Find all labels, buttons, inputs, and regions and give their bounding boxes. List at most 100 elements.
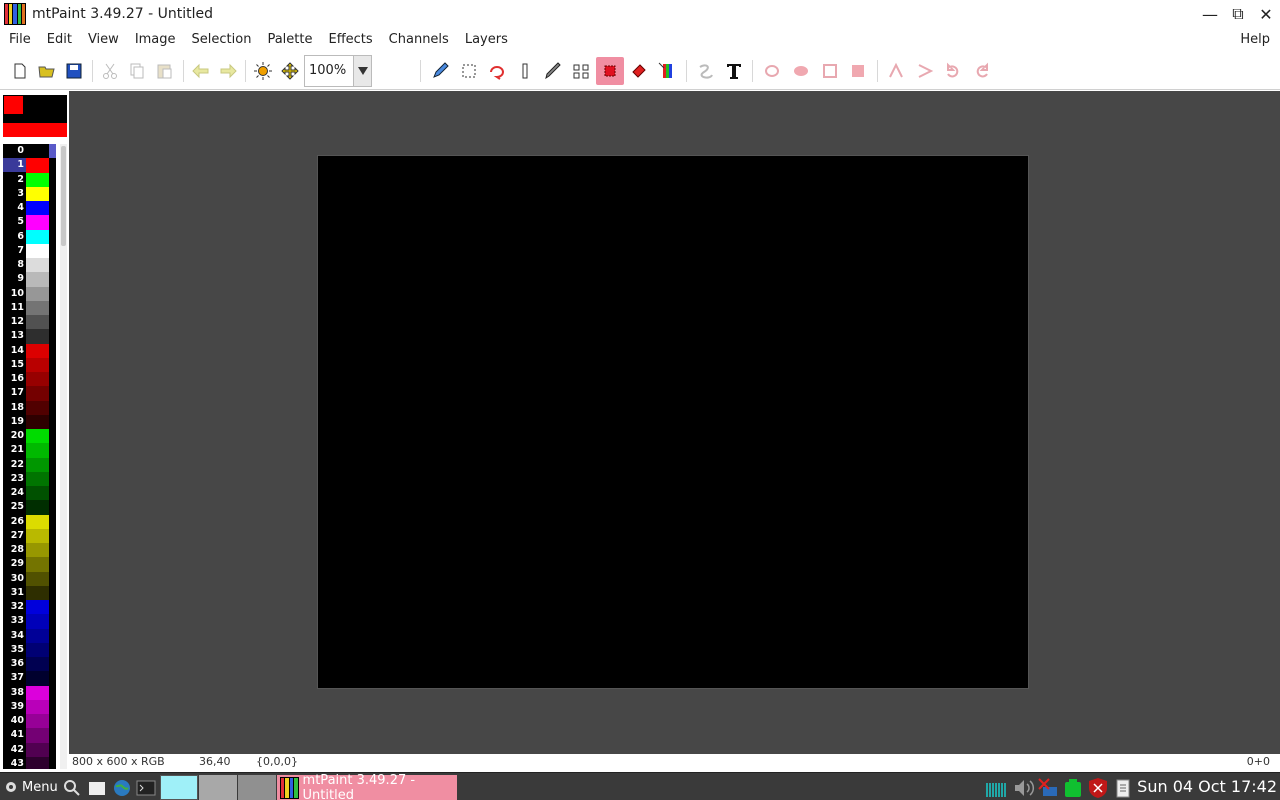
chevron-down-icon[interactable]	[353, 56, 371, 86]
palette-entry[interactable]: 28	[3, 543, 56, 558]
palette-swatch[interactable]	[26, 172, 49, 187]
copy-icon[interactable]	[127, 61, 147, 81]
palette-entry[interactable]: 18	[3, 400, 56, 415]
palette-entry[interactable]: 31	[3, 585, 56, 600]
fill-icon[interactable]	[596, 57, 624, 85]
palette-entry[interactable]: 34	[3, 628, 56, 643]
palette-entry[interactable]: 27	[3, 528, 56, 543]
cut-icon[interactable]	[100, 61, 120, 81]
curve-icon[interactable]	[696, 61, 716, 81]
palette-swatch[interactable]	[26, 201, 49, 216]
palette-swatch[interactable]	[26, 144, 49, 159]
file-manager-icon[interactable]	[87, 778, 107, 798]
palette-swatch[interactable]	[26, 372, 49, 387]
palette-swatch[interactable]	[26, 300, 49, 315]
new-icon[interactable]	[10, 61, 30, 81]
palette-swatch[interactable]	[26, 642, 49, 657]
palette-swatch[interactable]	[26, 728, 49, 743]
palette-swatch[interactable]	[26, 742, 49, 757]
zoom-value[interactable]: 100%	[305, 56, 353, 86]
smudge-icon[interactable]	[543, 61, 563, 81]
palette-swatch[interactable]	[26, 229, 49, 244]
menu-layers[interactable]: Layers	[456, 28, 515, 52]
palette-entry[interactable]: 1	[3, 158, 56, 173]
volume-icon[interactable]	[1013, 777, 1035, 799]
palette-entry[interactable]: 22	[3, 457, 56, 472]
clone-icon[interactable]	[571, 61, 591, 81]
palette-swatch[interactable]	[26, 315, 49, 330]
palette-swatch[interactable]	[26, 685, 49, 700]
palette-entry[interactable]: 37	[3, 671, 56, 686]
palette-swatch[interactable]	[26, 400, 49, 415]
palette-entry[interactable]: 14	[3, 343, 56, 358]
menu-help[interactable]: Help	[1240, 28, 1270, 52]
palette-swatch[interactable]	[26, 714, 49, 729]
palette-swatch[interactable]	[26, 657, 49, 672]
palette-swatch[interactable]	[26, 585, 49, 600]
flip-horizontal-icon[interactable]	[915, 61, 935, 81]
palette-swatch[interactable]	[26, 186, 49, 201]
palette-swatch[interactable]	[26, 500, 49, 515]
menu-edit[interactable]: Edit	[38, 28, 79, 52]
browser-icon[interactable]	[112, 778, 132, 798]
search-icon[interactable]	[62, 778, 82, 798]
task-mtpaint[interactable]: mtPaint 3.49.27 - Untitled	[277, 773, 457, 800]
palette-entry[interactable]: 5	[3, 215, 56, 230]
palette-entry[interactable]: 40	[3, 714, 56, 729]
move-icon[interactable]	[280, 61, 300, 81]
palette-entry[interactable]: 38	[3, 685, 56, 700]
current-color-bar[interactable]	[3, 123, 67, 137]
palette-list[interactable]: 0 1 2 3 4 5 6 7 8 9 10 11 12 13 14 15 16 17 18 19 20 21 22 23 24…	[3, 144, 56, 769]
palette-entry[interactable]: 29	[3, 557, 56, 572]
palette-swatch[interactable]	[26, 429, 49, 444]
palette-entry[interactable]: 42	[3, 742, 56, 757]
palette-swatch[interactable]	[26, 258, 49, 273]
rotate-cw-icon[interactable]	[943, 61, 963, 81]
palette-entry[interactable]: 32	[3, 600, 56, 615]
zoom-combo[interactable]: 100%	[304, 55, 372, 87]
palette-entry[interactable]: 26	[3, 514, 56, 529]
terminal-icon[interactable]	[136, 778, 156, 798]
palette-entry[interactable]: 43	[3, 756, 56, 769]
pick-icon[interactable]	[657, 61, 677, 81]
palette-swatch[interactable]	[26, 756, 49, 769]
palette-swatch[interactable]	[26, 671, 49, 686]
palette-swatch[interactable]	[26, 699, 49, 714]
outline-rect-icon[interactable]	[820, 61, 840, 81]
fill-ellipse-icon[interactable]	[791, 61, 811, 81]
palette-entry[interactable]: 7	[3, 243, 56, 258]
line-icon[interactable]	[515, 61, 535, 81]
select-ellipse-icon[interactable]	[762, 61, 782, 81]
palette-entry[interactable]: 24	[3, 486, 56, 501]
scrollbar-thumb[interactable]	[61, 146, 66, 246]
palette-swatch[interactable]	[26, 543, 49, 558]
palette-entry[interactable]: 33	[3, 614, 56, 629]
palette-entry[interactable]: 25	[3, 500, 56, 515]
color-a-swatch[interactable]	[4, 96, 23, 114]
palette-entry[interactable]: 6	[3, 229, 56, 244]
palette-swatch[interactable]	[26, 528, 49, 543]
palette-entry[interactable]: 35	[3, 642, 56, 657]
palette-entry[interactable]: 8	[3, 258, 56, 273]
rotate-ccw-icon[interactable]	[972, 61, 992, 81]
palette-entry[interactable]: 19	[3, 414, 56, 429]
network-meter-icon[interactable]	[986, 777, 1008, 799]
menu-selection[interactable]: Selection	[183, 28, 259, 52]
canvas-area[interactable]	[69, 91, 1280, 754]
palette-entry[interactable]: 16	[3, 372, 56, 387]
palette-swatch[interactable]	[26, 628, 49, 643]
palette-swatch[interactable]	[26, 600, 49, 615]
palette-swatch[interactable]	[26, 215, 49, 230]
palette-swatch[interactable]	[26, 414, 49, 429]
pattern-strip[interactable]	[3, 115, 67, 123]
flip-vertical-icon[interactable]	[886, 61, 906, 81]
palette-entry[interactable]: 13	[3, 329, 56, 344]
palette-entry[interactable]: 11	[3, 300, 56, 315]
palette-swatch[interactable]	[26, 286, 49, 301]
palette-entry[interactable]: 39	[3, 699, 56, 714]
text-icon[interactable]	[724, 61, 744, 81]
palette-scrollbar[interactable]	[60, 144, 67, 769]
palette-entry[interactable]: 9	[3, 272, 56, 287]
minimize-button[interactable]: —	[1196, 0, 1224, 28]
start-menu-button[interactable]: Menu	[3, 773, 58, 800]
